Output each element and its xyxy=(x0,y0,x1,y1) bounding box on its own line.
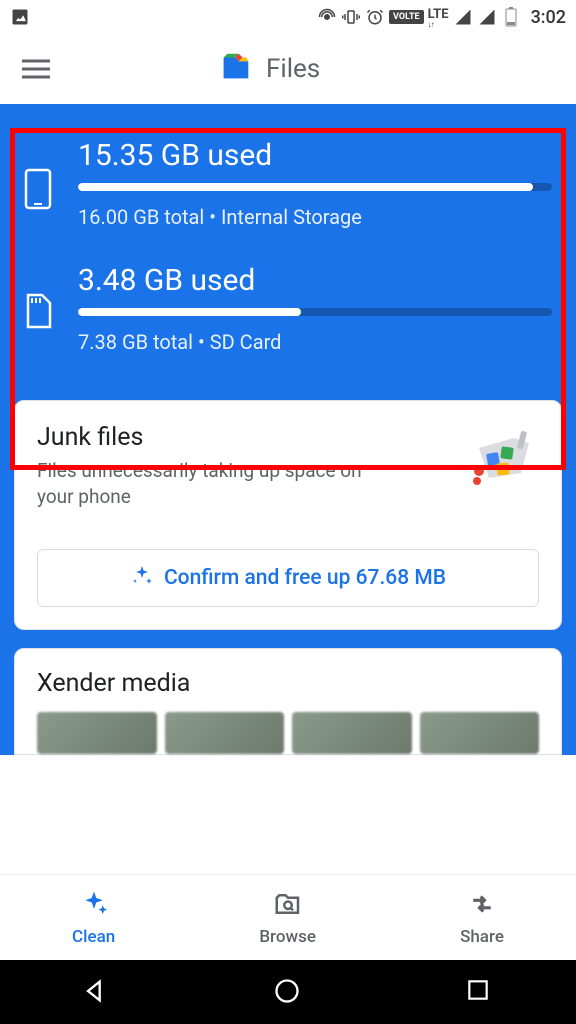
junk-card-title: Junk files xyxy=(37,423,397,452)
nav-share[interactable]: Share xyxy=(460,889,504,947)
status-bar: VOLTE LTE↓↑ 3:02 xyxy=(0,0,576,34)
sdcard-progress-bar xyxy=(78,308,552,316)
sdcard-storage-row[interactable]: 3.48 GB used 7.38 GB total • SD Card xyxy=(24,263,552,354)
media-card-title: Xender media xyxy=(37,669,539,698)
app-title: Files xyxy=(266,54,320,84)
folder-search-icon xyxy=(273,889,303,923)
alarm-icon xyxy=(365,7,385,27)
nav-clean[interactable]: Clean xyxy=(72,889,115,947)
volte-badge: VOLTE xyxy=(389,10,424,24)
sdcard-used-label: 3.48 GB used xyxy=(78,263,552,298)
media-thumb[interactable] xyxy=(420,712,540,754)
signal-icon-2 xyxy=(477,7,497,27)
confirm-free-label: Confirm and free up 67.68 MB xyxy=(164,566,446,590)
internal-used-label: 15.35 GB used xyxy=(78,138,552,173)
home-button[interactable] xyxy=(273,977,303,1007)
junk-files-card: Junk files Files unnecessarily taking up… xyxy=(14,400,562,630)
internal-total-label: 16.00 GB total • Internal Storage xyxy=(78,205,552,229)
picture-icon xyxy=(10,7,30,27)
recents-button[interactable] xyxy=(465,977,495,1007)
vibrate-icon xyxy=(341,7,361,27)
system-nav-bar xyxy=(0,960,576,1024)
nav-clean-label: Clean xyxy=(72,927,115,947)
media-thumb[interactable] xyxy=(292,712,412,754)
nav-share-label: Share xyxy=(460,927,504,947)
status-time: 3:02 xyxy=(531,7,566,28)
xender-media-card: Xender media xyxy=(14,648,562,755)
sparkle-icon xyxy=(130,564,154,592)
media-thumb[interactable] xyxy=(37,712,157,754)
sdcard-total-label: 7.38 GB total • SD Card xyxy=(78,330,552,354)
share-arrows-icon xyxy=(467,889,497,923)
back-button[interactable] xyxy=(81,977,111,1007)
menu-button[interactable] xyxy=(16,49,56,89)
sparkle-icon xyxy=(79,889,109,923)
lte-icon: LTE↓↑ xyxy=(428,6,449,28)
sdcard-icon xyxy=(24,293,64,333)
confirm-free-button[interactable]: Confirm and free up 67.68 MB xyxy=(37,549,539,607)
hotspot-icon xyxy=(317,7,337,27)
nav-browse[interactable]: Browse xyxy=(259,889,316,947)
files-logo-icon xyxy=(216,48,254,90)
storage-panel[interactable]: 15.35 GB used 16.00 GB total • Internal … xyxy=(0,104,576,400)
internal-storage-row[interactable]: 15.35 GB used 16.00 GB total • Internal … xyxy=(24,138,552,229)
nav-browse-label: Browse xyxy=(259,927,316,947)
junk-card-subtitle: Files unnecessarily taking up space on y… xyxy=(37,458,397,509)
media-thumb[interactable] xyxy=(165,712,285,754)
app-header: Files xyxy=(0,34,576,104)
signal-icon-1 xyxy=(453,7,473,27)
dustpan-icon xyxy=(459,423,539,493)
phone-icon xyxy=(24,168,64,214)
internal-progress-bar xyxy=(78,183,552,191)
bottom-nav: Clean Browse Share xyxy=(0,874,576,960)
battery-icon xyxy=(501,7,521,27)
